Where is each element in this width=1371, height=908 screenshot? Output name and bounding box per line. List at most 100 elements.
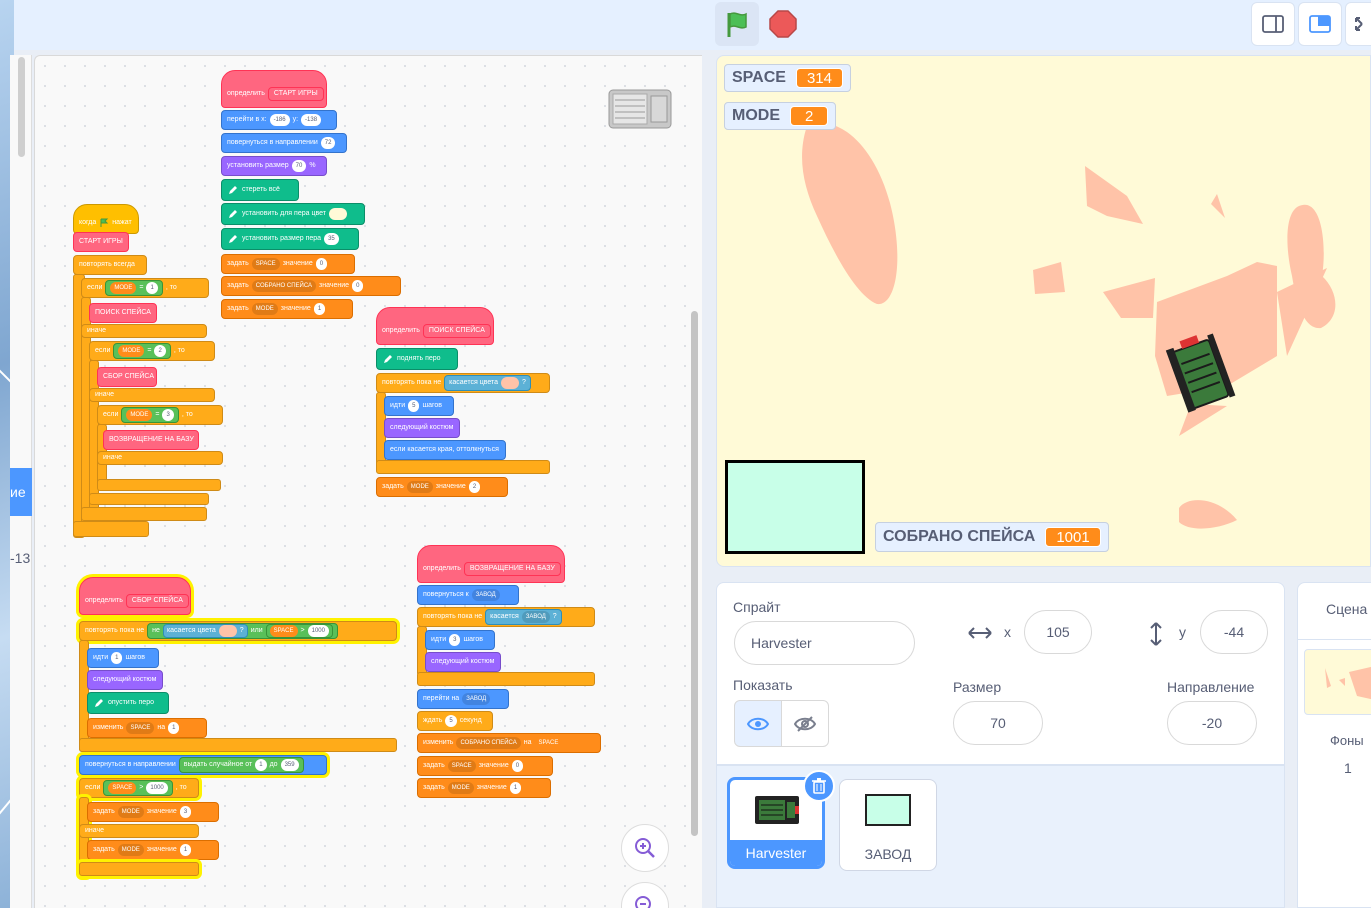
when-flag-clicked-block[interactable]: когда нажат [73, 204, 139, 234]
steps-input[interactable]: 3 [449, 634, 461, 646]
repeat-until-block[interactable]: повторять пока не касается ЗАВОД? [417, 607, 595, 627]
collected-spice-monitor[interactable]: СОБРАНО СПЕЙСА 1001 [875, 522, 1109, 552]
define-start-game-block[interactable]: определить СТАРТ ИГРЫ [221, 70, 327, 108]
variable-dropdown[interactable]: MODE [117, 806, 144, 818]
y-input[interactable]: -138 [301, 114, 322, 126]
space-monitor[interactable]: SPACE 314 [724, 64, 851, 92]
color-swatch[interactable] [328, 208, 347, 220]
stage-canvas[interactable]: SPACE 314 MODE 2 СОБРАНО СПЕЙСА 1001 [716, 55, 1371, 567]
fullscreen-button[interactable] [1345, 2, 1371, 46]
change-space-block[interactable]: изменить SPACE на 1 [87, 718, 207, 738]
set-size-block[interactable]: установить размер 70% [221, 156, 327, 176]
set-mode-block[interactable]: задать MODE значение 3 [87, 802, 219, 822]
value-input[interactable]: 1 [509, 782, 522, 794]
color-swatch[interactable] [501, 377, 520, 389]
move-steps-block[interactable]: идти 1 шагов [87, 648, 159, 668]
variable-dropdown[interactable]: MODE [117, 844, 144, 856]
y-field[interactable]: -44 [1200, 610, 1268, 654]
forever-block[interactable]: повторять всегда [73, 255, 147, 275]
target-dropdown[interactable]: ЗАВОД [471, 589, 500, 601]
value-input[interactable]: 0 [511, 760, 524, 772]
value-input[interactable]: 3 [179, 806, 192, 818]
call-search-spice-block[interactable]: ПОИСК СПЕЙСА [89, 303, 157, 323]
call-collect-spice-block[interactable]: СБОР СПЕЙСА [97, 367, 157, 387]
variable-dropdown[interactable]: СОБРАНО СПЕЙСА [251, 280, 317, 292]
pen-clear-block[interactable]: стереть всё [221, 179, 299, 201]
if-space-gt-block[interactable]: если SPACE >1000 , то [79, 778, 199, 798]
stage-selector-panel[interactable]: Сцена Фоны 1 [1297, 582, 1371, 908]
stop-button[interactable] [761, 2, 805, 46]
set-space-block[interactable]: задать SPACE значение 0 [221, 254, 355, 274]
call-return-base-block[interactable]: ВОЗВРАЩЕНИЕ НА БАЗУ [103, 430, 199, 450]
value-input[interactable]: 2 [468, 481, 481, 493]
variable-dropdown[interactable]: SPACE [251, 258, 280, 270]
set-space-block[interactable]: задать SPACE значение 0 [417, 756, 553, 776]
set-collected-block[interactable]: задать СОБРАНО СПЕЙСА значение 0 [221, 276, 401, 296]
if-mode-2-block[interactable]: если MODE = 2 , то [89, 341, 215, 361]
next-costume-block[interactable]: следующий костюм [384, 418, 460, 438]
set-mode-block[interactable]: задать MODE значение 1 [87, 840, 219, 860]
set-pen-size-block[interactable]: установить размер пера 35 [221, 228, 359, 250]
backdrop-thumbnail[interactable] [1304, 649, 1371, 715]
repeat-until-block[interactable]: повторять пока не не касается цвета? или… [79, 621, 397, 641]
pen-down-block[interactable]: опустить перо [87, 692, 169, 714]
variable-dropdown[interactable]: MODE [447, 782, 474, 794]
zoom-in-button[interactable] [621, 824, 669, 872]
move-steps-block[interactable]: идти 3 шагов [425, 630, 495, 650]
x-input[interactable]: -186 [269, 114, 290, 126]
set-mode-block[interactable]: задать MODE значение 1 [221, 299, 353, 319]
direction-input[interactable]: 72 [320, 137, 336, 149]
define-search-spice-block[interactable]: определить ПОИСК СПЕЙСА [376, 307, 494, 345]
bounce-on-edge-block[interactable]: если касается края, оттолкнуться [384, 440, 506, 460]
show-visible-button[interactable] [734, 700, 782, 747]
from-input[interactable]: 1 [255, 759, 267, 771]
target-dropdown[interactable]: ЗАВОД [462, 693, 491, 705]
sprite-tile-factory[interactable]: ЗАВОД [839, 779, 937, 871]
code-workspace[interactable]: когда нажат СТАРТ ИГРЫ повторять всегда … [34, 55, 702, 908]
sprite-name-field[interactable]: Harvester [734, 621, 915, 665]
size-input[interactable]: 70 [291, 160, 307, 172]
factory-sprite-on-stage[interactable] [725, 460, 865, 554]
change-collected-block[interactable]: изменить СОБРАНО СПЕЙСА на SPACE [417, 733, 601, 753]
goto-factory-block[interactable]: перейти на ЗАВОД [417, 689, 509, 709]
wait-block[interactable]: ждать 5 секунд [417, 711, 493, 731]
value-input[interactable]: 1 [179, 844, 192, 856]
x-field[interactable]: 105 [1024, 610, 1092, 654]
variable-dropdown[interactable]: SPACE [126, 722, 155, 734]
set-pen-color-block[interactable]: установить для пера цвет [221, 203, 365, 225]
value-input[interactable]: 1 [313, 303, 326, 315]
point-in-direction-block[interactable]: повернуться в направлении 72 [221, 133, 347, 153]
hide-sprite-button[interactable] [781, 700, 829, 747]
color-swatch[interactable] [218, 625, 237, 637]
if-mode-1-block[interactable]: если MODE = 1 , то [81, 278, 209, 298]
repeat-until-block[interactable]: повторять пока не касается цвета? [376, 373, 550, 393]
set-mode-block[interactable]: задать MODE значение 1 [417, 778, 551, 798]
value-input[interactable]: 1000 [146, 782, 168, 794]
target-dropdown[interactable]: ЗАВОД [521, 611, 550, 623]
goto-xy-block[interactable]: перейти в x: -186 y: -138 [221, 110, 337, 130]
size-field[interactable]: 70 [953, 701, 1043, 745]
value-input[interactable]: 1000 [307, 625, 329, 637]
value-input[interactable]: 0 [315, 258, 328, 270]
direction-field[interactable]: -20 [1167, 701, 1257, 745]
point-towards-block[interactable]: повернуться к ЗАВОД [417, 585, 519, 605]
point-random-direction-block[interactable]: повернуться в направлении выдать случайн… [79, 755, 327, 775]
set-mode-block[interactable]: задать MODE значение 2 [376, 477, 508, 497]
pen-size-input[interactable]: 35 [324, 233, 339, 245]
seconds-input[interactable]: 5 [445, 715, 457, 727]
zoom-out-button[interactable] [621, 882, 669, 908]
variable-dropdown[interactable]: СОБРАНО СПЕЙСА [456, 737, 521, 749]
next-costume-block[interactable]: следующий костюм [425, 652, 501, 672]
variable-dropdown[interactable]: MODE [251, 303, 278, 315]
small-stage-button[interactable] [1251, 2, 1295, 46]
workspace-scrollbar[interactable] [691, 311, 698, 836]
value-input[interactable]: 1 [146, 282, 158, 294]
if-mode-3-block[interactable]: если MODE = 3 , то [97, 405, 223, 425]
next-costume-block[interactable]: следующий костюм [87, 670, 163, 690]
normal-stage-button[interactable] [1298, 2, 1342, 46]
steps-input[interactable]: 5 [408, 400, 420, 412]
steps-input[interactable]: 1 [111, 652, 123, 664]
mode-monitor[interactable]: MODE 2 [724, 102, 837, 130]
define-return-base-block[interactable]: определить ВОЗВРАЩЕНИЕ НА БАЗУ [417, 545, 565, 583]
value-input[interactable]: 2 [154, 345, 166, 357]
